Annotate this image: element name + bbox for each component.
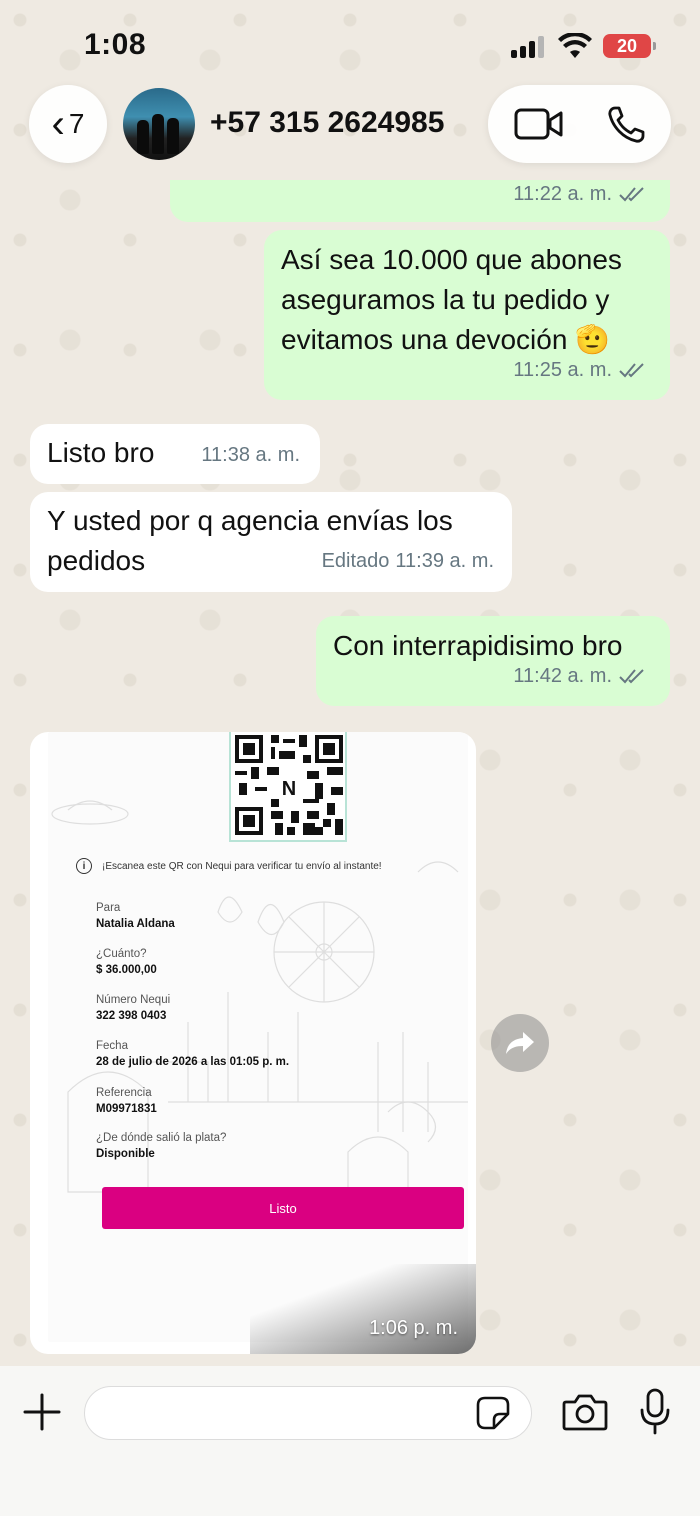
message-time: 11:25 a. m.: [513, 359, 612, 381]
image-message[interactable]: N i ¡Escanea este QR con Nequi para veri…: [30, 732, 476, 1354]
cellular-signal-icon: [511, 36, 547, 58]
info-icon: i: [76, 858, 92, 874]
camera-icon[interactable]: [562, 1392, 608, 1432]
battery-indicator: 20: [603, 34, 656, 58]
message-time: 11:39 a. m.: [395, 550, 494, 572]
receipt-field-label: ¿Cuánto?: [96, 948, 147, 960]
message-text: Y usted por q agencia envías los: [47, 505, 453, 536]
wifi-icon: [558, 33, 592, 58]
plus-icon[interactable]: [22, 1392, 62, 1432]
receipt-listo-label: Listo: [269, 1200, 297, 1216]
image-time-shade: [250, 1264, 476, 1354]
qr-caption: ¡Escanea este QR con Nequi para verifica…: [102, 860, 382, 872]
message-bubble-incoming[interactable]: Listo bro 11:38 a. m.: [30, 424, 320, 484]
message-bubble-outgoing[interactable]: 11:22 a. m.: [170, 180, 670, 222]
receipt-field-label: Fecha: [96, 1040, 128, 1052]
svg-text:N: N: [282, 778, 296, 800]
receipt-field-value: 322 398 0403: [96, 1010, 167, 1022]
message-text: Listo bro: [47, 437, 155, 468]
forward-arrow-icon: [506, 1032, 534, 1054]
message-time: 11:38 a. m.: [201, 444, 300, 466]
chevron-left-icon: ‹: [51, 102, 65, 146]
video-call-icon[interactable]: [514, 107, 564, 141]
receipt-field-label: Para: [96, 902, 121, 914]
edited-label: Editado: [321, 550, 390, 572]
image-message-time: 1:06 p. m.: [369, 1317, 458, 1339]
receipt-field-label: Número Nequi: [96, 994, 171, 1006]
forward-button[interactable]: [491, 1014, 549, 1072]
receipt-field-label: ¿De dónde salió la plata?: [96, 1132, 227, 1144]
status-time: 1:08: [84, 28, 147, 61]
receipt-field-value: Disponible: [96, 1148, 155, 1160]
qr-info-row: i ¡Escanea este QR con Nequi para verifi…: [76, 858, 382, 874]
receipt-field-value: Natalia Aldana: [96, 918, 175, 930]
read-receipt-icon: [619, 363, 644, 378]
message-text: aseguramos la tu pedido y: [281, 284, 610, 315]
receipt-field-value: 28 de julio de 2026 a las 01:05 p. m.: [96, 1056, 290, 1068]
receipt-field-label: Referencia: [96, 1087, 152, 1099]
call-actions: [488, 85, 671, 163]
sticker-icon[interactable]: [476, 1396, 510, 1430]
battery-level: 20: [616, 35, 638, 56]
read-receipt-icon: [619, 187, 644, 202]
microphone-icon[interactable]: [638, 1388, 672, 1436]
message-time: 11:42 a. m.: [513, 665, 612, 687]
message-text: Así sea 10.000 que abones: [281, 244, 622, 275]
message-time: 11:22 a. m.: [513, 183, 612, 205]
unread-count: 7: [68, 108, 85, 139]
phone-icon[interactable]: [606, 105, 646, 145]
message-bubble-outgoing[interactable]: Con interrapidisimo bro 11:42 a. m.: [316, 616, 670, 706]
message-bubble-outgoing[interactable]: Así sea 10.000 que abones aseguramos la …: [264, 230, 670, 400]
message-input[interactable]: [84, 1386, 532, 1440]
message-bubble-incoming[interactable]: Y usted por q agencia envías los pedidos…: [30, 492, 512, 592]
payment-receipt-image: N i ¡Escanea este QR con Nequi para veri…: [48, 732, 468, 1342]
qr-code: N: [229, 732, 347, 842]
receipt-field-value: M09971831: [96, 1103, 157, 1115]
contact-avatar[interactable]: [123, 88, 195, 160]
receipt-field-value: $ 36.000,00: [96, 964, 157, 976]
contact-name[interactable]: +57 315 2624985: [210, 106, 444, 140]
receipt-listo-button: Listo: [102, 1187, 464, 1229]
status-bar: 1:08 20: [0, 0, 700, 80]
back-button[interactable]: ‹ 7: [29, 85, 107, 163]
read-receipt-icon: [619, 669, 644, 684]
